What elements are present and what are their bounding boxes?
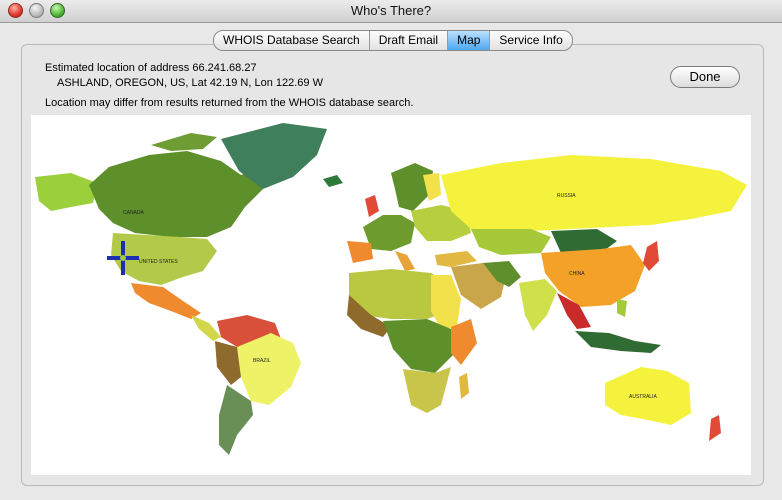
location-address-text: Estimated location of address 66.241.68.… bbox=[45, 62, 257, 74]
new-zealand bbox=[709, 415, 721, 441]
indonesia bbox=[575, 331, 661, 353]
russia bbox=[441, 155, 747, 233]
tab-whois-database-search[interactable]: WHOIS Database Search bbox=[214, 31, 370, 50]
label-united-states: UNITED STATES bbox=[139, 259, 178, 265]
label-canada: CANADA bbox=[123, 210, 145, 216]
madagascar bbox=[459, 373, 469, 399]
central-africa bbox=[383, 319, 455, 373]
done-button[interactable]: Done bbox=[670, 66, 740, 88]
location-disclaimer-text: Location may differ from results returne… bbox=[45, 97, 414, 109]
label-china: CHINA bbox=[569, 271, 585, 277]
alaska bbox=[35, 173, 97, 211]
brazil bbox=[237, 333, 301, 405]
tab-bar: WHOIS Database Search Draft Email Map Se… bbox=[213, 30, 573, 51]
app-window: Who's There? WHOIS Database Search Draft… bbox=[0, 0, 782, 500]
argentina-chile bbox=[219, 385, 253, 455]
central-america bbox=[191, 315, 221, 341]
mexico bbox=[131, 283, 201, 319]
kazakhstan bbox=[471, 229, 551, 255]
label-brazil: BRAZIL bbox=[253, 358, 271, 364]
egypt-sudan bbox=[431, 275, 461, 329]
philippines bbox=[617, 299, 627, 317]
east-africa bbox=[451, 319, 477, 365]
china bbox=[541, 245, 645, 307]
label-russia: RUSSIA bbox=[557, 193, 576, 199]
tab-service-info[interactable]: Service Info bbox=[490, 31, 571, 50]
world-map: CANADA UNITED STATES BRAZIL RUSSIA CHINA… bbox=[31, 115, 751, 475]
spain bbox=[347, 241, 373, 263]
italy bbox=[395, 251, 415, 271]
uk bbox=[365, 195, 379, 217]
iceland bbox=[323, 175, 343, 187]
japan bbox=[643, 241, 659, 271]
title-bar: Who's There? bbox=[0, 0, 782, 23]
india bbox=[519, 279, 557, 331]
label-australia: AUSTRALIA bbox=[629, 394, 657, 400]
tab-draft-email[interactable]: Draft Email bbox=[370, 31, 449, 50]
tab-map[interactable]: Map bbox=[448, 31, 491, 50]
location-details-text: ASHLAND, OREGON, US, Lat 42.19 N, Lon 12… bbox=[57, 77, 323, 89]
window-title: Who's There? bbox=[350, 3, 432, 18]
world-map-graphic: CANADA UNITED STATES BRAZIL RUSSIA CHINA… bbox=[35, 123, 747, 455]
canada-islands bbox=[151, 133, 217, 151]
southern-africa bbox=[403, 367, 451, 413]
